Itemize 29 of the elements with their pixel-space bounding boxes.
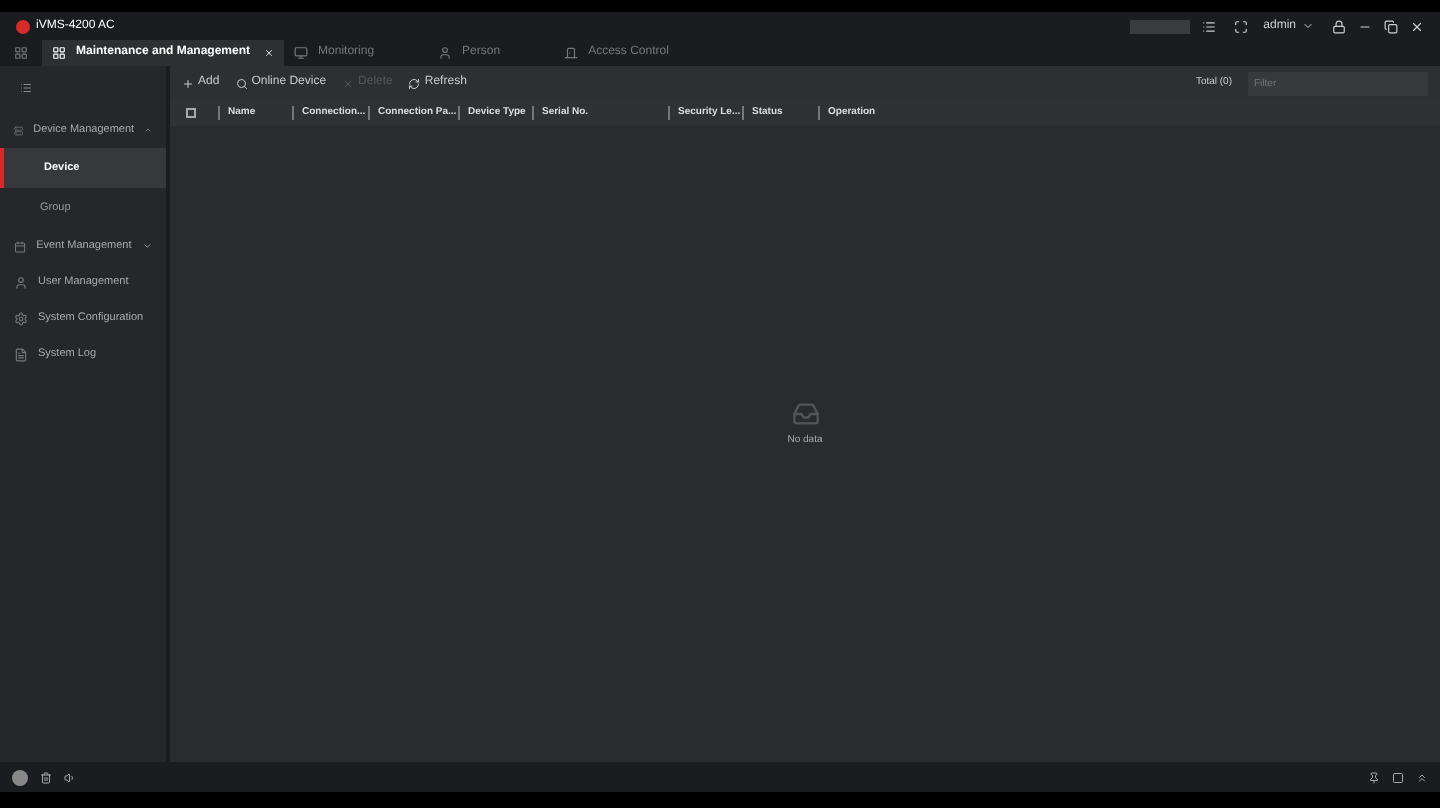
- search-icon: [235, 77, 248, 89]
- speaker-icon[interactable]: [64, 771, 76, 783]
- expand-icon[interactable]: [141, 240, 152, 252]
- menu-icon[interactable]: [20, 82, 32, 94]
- trash-icon[interactable]: [40, 771, 52, 783]
- server-icon: [14, 123, 24, 137]
- grid-icon[interactable]: [14, 46, 28, 60]
- person-icon: [438, 46, 453, 60]
- caret-icon[interactable]: [1302, 20, 1314, 32]
- refresh-icon: [408, 77, 421, 89]
- settings-icon: [14, 311, 28, 325]
- search-field[interactable]: [1129, 19, 1190, 33]
- lock-icon[interactable]: [1332, 19, 1346, 33]
- screen-icon[interactable]: [1233, 19, 1248, 33]
- grid-icon: [52, 46, 66, 60]
- close-icon[interactable]: [1410, 19, 1424, 33]
- pin-icon[interactable]: [1368, 771, 1380, 783]
- calendar-icon: [14, 239, 27, 253]
- person-icon: [14, 275, 28, 289]
- close-icon: [342, 77, 355, 89]
- monitor-icon: [294, 46, 309, 60]
- plus-icon: [182, 77, 194, 89]
- window-icon[interactable]: [1392, 771, 1404, 783]
- restore-icon[interactable]: [1384, 19, 1398, 33]
- document-icon: [14, 347, 28, 361]
- door-icon: [564, 46, 579, 60]
- list-icon[interactable]: [1201, 19, 1216, 33]
- logo-icon: [16, 19, 30, 33]
- select-all-checkbox[interactable]: [186, 108, 196, 118]
